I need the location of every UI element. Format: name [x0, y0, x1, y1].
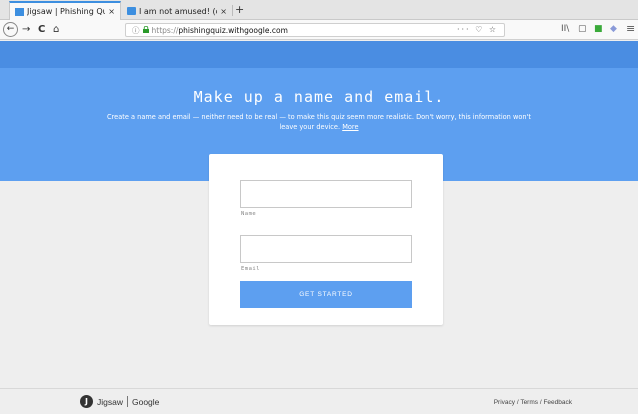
tab-phishing-quiz[interactable]: Jigsaw | Phishing Quiz ×	[9, 1, 121, 20]
footer-logo[interactable]: J Jigsaw Google	[80, 395, 159, 408]
tab-label: I am not amused! (or how	[139, 6, 217, 16]
email-field[interactable]	[240, 235, 412, 263]
more-link[interactable]: More	[342, 123, 358, 131]
lock-icon	[142, 25, 149, 35]
jigsaw-brand: Jigsaw	[97, 396, 123, 407]
close-icon[interactable]: ×	[108, 7, 115, 16]
new-tab-button[interactable]: +	[235, 3, 244, 16]
extension-green-icon[interactable]: ■	[594, 24, 603, 34]
page-actions-icon[interactable]: ··· ♡ ☆	[457, 25, 498, 34]
reload-button[interactable]: C	[38, 22, 45, 38]
header-band	[0, 41, 638, 68]
url-protocol: https://	[151, 25, 179, 35]
library-icon[interactable]: II\	[561, 24, 569, 34]
name-field[interactable]	[240, 180, 412, 208]
hero-description: Create a name and email — neither need t…	[100, 113, 538, 132]
home-button[interactable]: ⌂	[53, 22, 59, 38]
feedback-link[interactable]: Feedback	[543, 399, 572, 406]
privacy-link[interactable]: Privacy	[494, 399, 515, 406]
sidebar-icon[interactable]: ▢	[578, 24, 587, 34]
tab-strip: Jigsaw | Phishing Quiz × I am not amused…	[0, 0, 638, 20]
name-label: Name	[241, 211, 257, 217]
terms-link[interactable]: Terms	[520, 399, 538, 406]
forward-button[interactable]: →	[22, 22, 30, 38]
tab-not-amused[interactable]: I am not amused! (or how ×	[122, 2, 232, 20]
site-favicon-icon	[127, 7, 136, 15]
menu-icon[interactable]: ≡	[626, 22, 635, 35]
google-brand: Google	[131, 396, 160, 407]
footer: J Jigsaw Google Privacy / Terms / Feedba…	[0, 388, 638, 414]
page-title: Make up a name and email.	[193, 88, 445, 106]
url-host: phishingquiz.withgoogle.com	[178, 25, 288, 35]
logo-divider	[126, 396, 128, 407]
address-bar[interactable]: ⓘ https://phishingquiz.withgoogle.com ··…	[125, 23, 505, 37]
description-text: Create a name and email — neither need t…	[107, 113, 531, 131]
navigation-bar: ← → C ⌂ ⓘ https://phishingquiz.withgoogl…	[0, 20, 638, 40]
footer-links: Privacy / Terms / Feedback	[494, 399, 572, 406]
tab-label: Jigsaw | Phishing Quiz	[27, 7, 105, 16]
back-button[interactable]: ←	[3, 22, 18, 37]
info-icon[interactable]: ⓘ	[132, 25, 140, 36]
close-icon[interactable]: ×	[220, 7, 227, 16]
email-label: Email	[241, 266, 261, 272]
extension-blue-icon[interactable]: ◆	[610, 24, 617, 34]
signup-card: Name Email GET STARTED	[209, 154, 443, 325]
get-started-button[interactable]: GET STARTED	[240, 281, 412, 308]
page-content: Make up a name and email. Create a name …	[0, 41, 638, 414]
jigsaw-favicon-icon	[15, 7, 24, 16]
tab-divider	[232, 5, 233, 16]
jigsaw-logo-icon: J	[80, 395, 93, 408]
